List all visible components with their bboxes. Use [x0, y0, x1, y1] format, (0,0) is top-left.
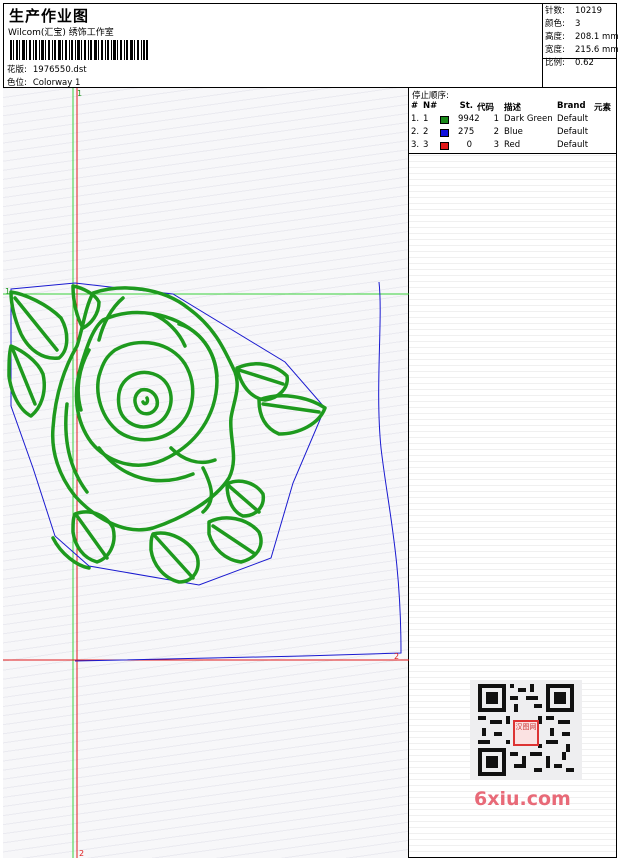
stat-width: 宽度: 215.6 mm	[545, 45, 619, 55]
stop-sequence-title: 停止顺序:	[412, 91, 449, 101]
color-swatch-red	[440, 142, 449, 150]
color-swatch-blue	[440, 129, 449, 137]
stats-empty-cell	[542, 59, 617, 88]
stat-stitches: 针数: 10219	[545, 6, 603, 16]
design-file-line: 花版: 1976550.dst	[7, 63, 87, 75]
colorway-line: 色位: Colorway 1	[7, 76, 80, 88]
watermark-stamp: 汉图网	[513, 720, 539, 746]
watermark-brand: 6xiu.com	[474, 788, 571, 810]
design-stats: 针数: 10219 颜色: 3 高度: 208.1 mm 宽度: 215.6 mm 比例…	[542, 3, 619, 68]
stat-colors: 颜色: 3	[545, 19, 581, 29]
design-label: 花版:	[7, 65, 27, 75]
color-swatch-dark-green	[440, 116, 449, 124]
page-title: 生产作业图	[9, 7, 90, 25]
qr-code-icon: 汉图网	[470, 680, 582, 780]
start-marker-left: 1	[5, 287, 10, 296]
colorway-label: 色位:	[7, 78, 27, 88]
barcode-icon	[10, 40, 148, 60]
stop-sequence-table: 停止顺序: # N# St. 代码 描述 Brand 元素 1. 1 9942 …	[409, 88, 617, 154]
colorway-value: Colorway 1	[32, 78, 81, 88]
end-marker-right: 2	[394, 652, 399, 661]
stat-height: 高度: 208.1 mm	[545, 32, 619, 42]
sheet-header: 生产作业图 Wilcom(汇宝) 绣饰工作室 花版: 1976550.dst 色位…	[3, 3, 619, 88]
start-marker-top: 1	[77, 89, 82, 98]
embroidery-preview: 1 1 2 2	[3, 88, 409, 858]
studio-name: Wilcom(汇宝) 绣饰工作室	[8, 28, 114, 38]
design-canvas: 1 1 2 2	[3, 88, 409, 858]
design-value: 1976550.dst	[32, 65, 87, 75]
end-marker-bottom: 2	[79, 849, 84, 858]
